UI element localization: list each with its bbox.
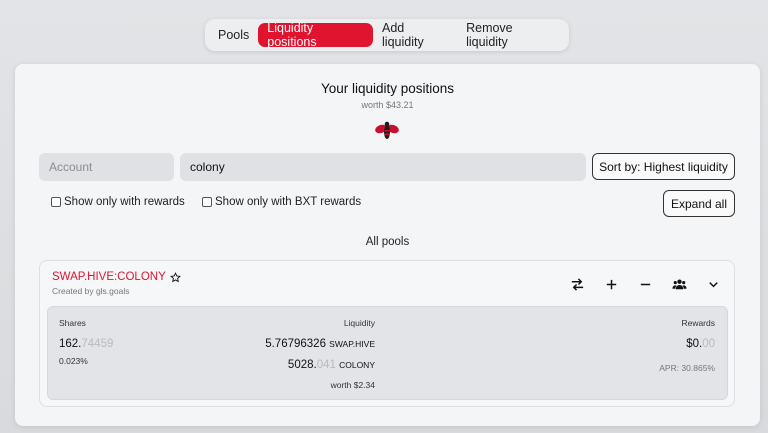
rewards-only-checkbox[interactable]: Show only with rewards	[51, 196, 185, 208]
rewards-value: $0.00	[686, 338, 715, 350]
pool-details: Shares Liquidity Rewards 162.74459 0.023…	[47, 306, 728, 400]
liq1-amount: 5.76796326	[265, 338, 326, 350]
total-worth: worth $43.21	[361, 100, 414, 110]
shares-percent: 0.023%	[59, 356, 88, 366]
bxt-rewards-checkbox[interactable]: Show only with BXT rewards	[202, 196, 361, 208]
shares-main: 162.	[59, 338, 82, 350]
liquidity-token-1: 5.76796326 SWAP.HIVE	[265, 338, 375, 350]
chevron-down-icon[interactable]	[696, 275, 730, 293]
account-input[interactable]	[39, 153, 174, 181]
liq2-symbol: COLONY	[339, 360, 375, 370]
liquidity-worth: worth $2.34	[330, 380, 375, 390]
checkbox-box[interactable]	[51, 197, 61, 207]
liq2-main: 5028.	[287, 359, 317, 371]
liq1-symbol: SWAP.HIVE	[329, 339, 375, 349]
pool-pair-name[interactable]: SWAP.HIVE:COLONY	[52, 271, 166, 283]
section-title: All pools	[365, 236, 410, 248]
positions-panel: Your liquidity positions worth $43.21 So…	[15, 64, 760, 426]
liquidity-token-2: 5028.041 COLONY	[288, 359, 375, 371]
apr-value: APR: 30.865%	[659, 363, 715, 373]
shares-faint: 74459	[81, 338, 114, 350]
checkbox-label: Show only with BXT rewards	[215, 196, 362, 208]
checkbox-label: Show only with rewards	[64, 196, 185, 208]
page-title: Your liquidity positions	[320, 81, 455, 96]
pool-creator: Created by gls.goals	[52, 286, 130, 296]
minus-icon[interactable]	[628, 275, 662, 293]
bee-logo-icon	[375, 121, 399, 139]
tab-add-liquidity[interactable]: Add liquidity	[373, 21, 457, 49]
pool-actions	[560, 275, 730, 293]
rewards-faint: 00	[702, 338, 715, 350]
tab-bar: Pools Liquidity positions Add liquidity …	[205, 19, 569, 51]
users-icon[interactable]	[662, 275, 696, 293]
rewards-main: $0.	[686, 338, 703, 350]
liq2-faint: 041	[316, 359, 336, 371]
pool-card: SWAP.HIVE:COLONY Created by gls.goals Sh…	[39, 260, 735, 407]
expand-all-button[interactable]: Expand all	[663, 190, 735, 217]
star-icon[interactable]	[169, 271, 181, 283]
shares-value: 162.74459	[59, 338, 113, 350]
pool-pair-link[interactable]: SWAP.HIVE:COLONY	[52, 271, 181, 283]
search-input[interactable]	[180, 153, 586, 181]
rewards-label: Rewards	[681, 318, 715, 328]
tab-pools[interactable]: Pools	[209, 23, 258, 47]
shares-label: Shares	[59, 318, 86, 328]
checkbox-box[interactable]	[202, 197, 212, 207]
tab-remove-liquidity[interactable]: Remove liquidity	[457, 21, 565, 49]
plus-icon[interactable]	[594, 275, 628, 293]
swap-icon[interactable]	[560, 275, 594, 293]
liquidity-label: Liquidity	[343, 318, 375, 328]
sort-button[interactable]: Sort by: Highest liquidity	[592, 153, 735, 180]
tab-liquidity-positions[interactable]: Liquidity positions	[258, 21, 374, 49]
